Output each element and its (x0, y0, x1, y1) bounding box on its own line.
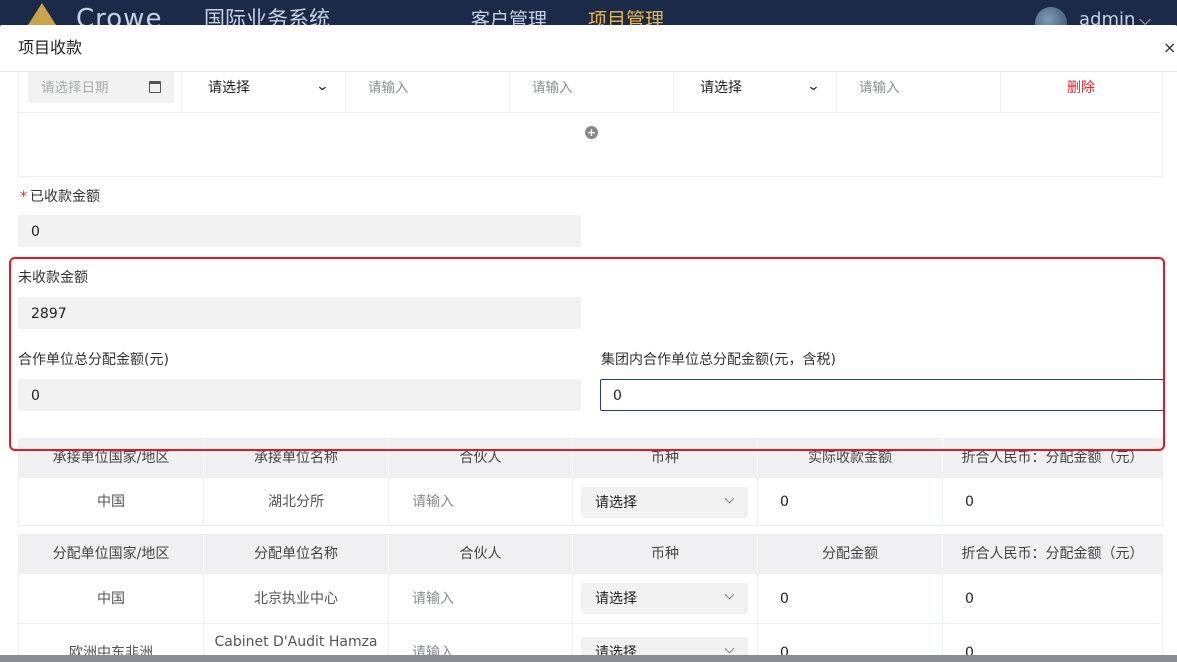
country-cell: 中国 (19, 574, 204, 623)
table-row: 中国 北京执业中心 请输入 请选择 0 0 (19, 573, 1162, 623)
modal-title: 项目收款 (18, 38, 83, 57)
date-placeholder: 请选择日期 (41, 80, 109, 96)
chevron-down-icon (724, 493, 735, 504)
nav-project-management[interactable]: 项目管理 (588, 8, 664, 26)
column-header: 币种 (573, 535, 758, 573)
add-circle-icon[interactable]: + (585, 126, 598, 139)
date-picker[interactable]: 请选择日期 (28, 72, 174, 103)
nav-client-management[interactable]: 客户管理 (471, 8, 547, 26)
chevron-down-icon[interactable]: ⌵ (1139, 10, 1151, 26)
modal-header: 项目收款 × (0, 25, 1177, 72)
chevron-down-icon (724, 643, 735, 654)
app-header: Crowe 国际业务系统 客户管理 项目管理 admin ⌵ (0, 0, 1177, 26)
input-cell-2[interactable]: 请输入 (510, 72, 674, 112)
table-header: 分配单位国家/地区 分配单位名称 合伙人 币种 分配金额 折合人民币：分配金额（… (19, 535, 1162, 573)
group-partner-total-label: 集团内合作单位总分配金额(元，含税) (601, 352, 836, 368)
close-icon[interactable]: × (1163, 39, 1176, 57)
column-header: 分配单位国家/地区 (19, 535, 204, 573)
bottom-bar (0, 655, 1177, 662)
select-cell-2[interactable]: 请选择 ⌄ (674, 72, 837, 112)
input-2-placeholder: 请输入 (532, 80, 573, 96)
input-3-placeholder: 请输入 (859, 80, 900, 96)
country-cell: 中国 (19, 478, 204, 526)
chevron-down-icon (724, 589, 735, 600)
unreceived-amount-value: 2897 (31, 306, 67, 322)
column-header: 折合人民币：分配金额（元） (961, 450, 1144, 466)
calendar-icon (149, 81, 161, 93)
project-receipt-modal: 项目收款 × 请选择日期 请选择 ⌄ 请输入 请输入 请选择 ⌄ 请输入 删除 … (0, 25, 1177, 662)
amount-input[interactable]: 0 (758, 478, 943, 526)
column-header: 分配金额 (758, 535, 943, 573)
partner-input[interactable]: 请输入 (389, 478, 573, 526)
input-cell-1[interactable]: 请输入 (346, 72, 510, 112)
rmb-amount-input[interactable]: 0 (943, 478, 1162, 526)
rmb-amount-input[interactable]: 0 (943, 574, 1162, 623)
add-row: + (18, 113, 1163, 177)
table-row: 中国 湖北分所 请输入 请选择 0 0 (19, 477, 1162, 526)
avatar[interactable] (1035, 7, 1067, 26)
unreceived-amount-label: 未收款金额 (18, 270, 88, 286)
unit-name-cell: 湖北分所 (204, 478, 389, 526)
partner-total-label: 合作单位总分配金额(元) (18, 352, 169, 368)
column-header: 合伙人 (389, 439, 573, 477)
currency-select[interactable]: 请选择 (581, 487, 748, 518)
received-amount-label: * 已收款金额 (20, 189, 100, 205)
select-1-value: 请选择 (208, 80, 250, 96)
crowe-logo-icon (28, 3, 56, 25)
group-partner-total-value: 0 (613, 388, 622, 404)
partner-total-value: 0 (31, 388, 40, 404)
table-header: 承接单位国家/地区 承接单位名称 合伙人 币种 实际收款金额 折合人民币：分配金… (19, 439, 1162, 477)
column-header: 分配单位名称 (204, 535, 389, 573)
delete-button[interactable]: 删除 (1067, 79, 1095, 97)
system-title: 国际业务系统 (204, 7, 330, 26)
amount-input[interactable]: 0 (758, 574, 943, 623)
date-cell: 请选择日期 (19, 72, 182, 112)
currency-select-value: 请选择 (595, 591, 637, 607)
column-header: 承接单位名称 (204, 439, 389, 477)
unreceived-amount-input[interactable]: 2897 (18, 297, 581, 329)
received-amount-input[interactable]: 0 (18, 215, 581, 247)
select-cell-1[interactable]: 请选择 ⌄ (182, 72, 346, 112)
unit-name-cell: 北京执业中心 (204, 574, 389, 623)
highlight-frame (9, 257, 1165, 451)
currency-select[interactable]: 请选择 (581, 583, 748, 614)
input-cell-3[interactable]: 请输入 (837, 72, 1001, 112)
modal-body: 请选择日期 请选择 ⌄ 请输入 请输入 请选择 ⌄ 请输入 删除 + * 已收款… (0, 72, 1177, 662)
column-header: 合伙人 (389, 535, 573, 573)
column-header: 承接单位国家/地区 (19, 439, 204, 477)
select-2-value: 请选择 (700, 80, 742, 96)
column-header: 币种 (573, 439, 758, 477)
input-1-placeholder: 请输入 (368, 80, 409, 96)
partner-total-input[interactable]: 0 (18, 379, 581, 411)
column-header: 折合人民币：分配金额（元） (961, 546, 1144, 562)
undertaking-table: 承接单位国家/地区 承接单位名称 合伙人 币种 实际收款金额 折合人民币：分配金… (18, 438, 1163, 526)
partner-input[interactable]: 请输入 (389, 574, 573, 623)
currency-select-value: 请选择 (595, 495, 637, 511)
group-partner-total-input[interactable]: 0 (600, 379, 1164, 411)
chevron-down-icon: ⌄ (806, 79, 821, 94)
user-name[interactable]: admin (1079, 8, 1135, 26)
allocation-table: 分配单位国家/地区 分配单位名称 合伙人 币种 分配金额 折合人民币：分配金额（… (18, 534, 1163, 662)
column-header: 实际收款金额 (758, 439, 943, 477)
currency-cell: 请选择 (573, 574, 758, 623)
chevron-down-icon: ⌄ (315, 79, 330, 94)
currency-cell: 请选择 (573, 478, 758, 526)
app-logo-text: Crowe (76, 4, 163, 26)
edit-row: 请选择日期 请选择 ⌄ 请输入 请输入 请选择 ⌄ 请输入 删除 (18, 72, 1163, 113)
received-amount-value: 0 (31, 224, 40, 240)
